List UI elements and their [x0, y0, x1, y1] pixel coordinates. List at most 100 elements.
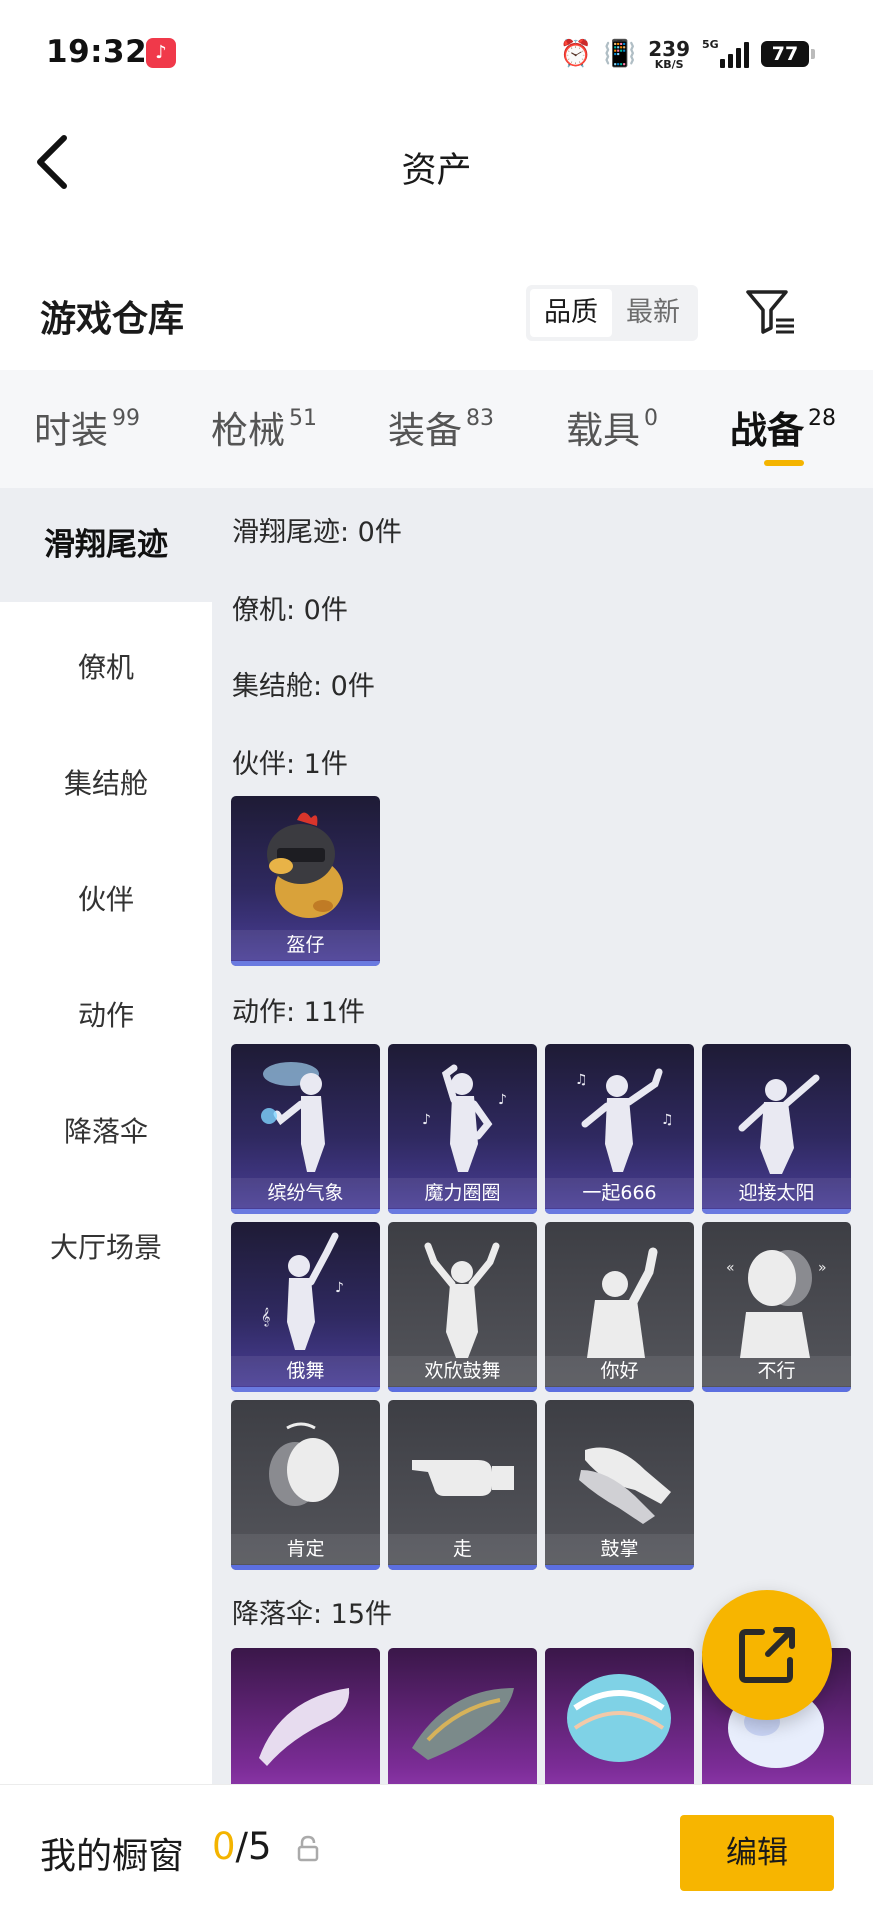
item-card[interactable]: 肯定	[231, 1400, 380, 1570]
sort-toggle: 品质 最新	[526, 285, 698, 341]
svg-text:♪: ♪	[422, 1112, 431, 1128]
side-nav: 滑翔尾迹 僚机 集结舱 伙伴 动作 降落伞 大厅场景	[0, 488, 212, 1784]
network-speed-value: 239	[648, 36, 690, 61]
tab-count: 99	[112, 406, 140, 431]
svg-text:»: »	[818, 1260, 827, 1276]
tab-count: 0	[644, 406, 658, 431]
group-label-parachute: 降落伞: 15件	[232, 1599, 393, 1630]
svg-text:♪: ♪	[498, 1092, 507, 1108]
tab-equipment[interactable]: 装备 83	[388, 400, 494, 454]
dance-pose-image: 𝄞 ♪	[261, 1232, 344, 1350]
side-item-rally-pod[interactable]: 集结舱	[0, 762, 212, 802]
dance-pose-image: ♪ ♪	[422, 1064, 507, 1172]
svg-text:♫: ♫	[661, 1112, 674, 1128]
battery-level: 77	[761, 41, 809, 67]
status-time: 19:32	[46, 34, 148, 70]
tab-combat-prep[interactable]: 战备 28	[730, 400, 836, 454]
item-card[interactable]: ♪ ♪ 魔力圈圈	[388, 1044, 537, 1214]
item-card[interactable]: ♫ ♫ 一起666	[545, 1044, 694, 1214]
group-label-rally-pod: 集结舱: 0件	[232, 671, 375, 702]
item-name: 肯定	[231, 1534, 380, 1564]
item-name: 鼓掌	[545, 1534, 694, 1564]
svg-text:♪: ♪	[335, 1280, 344, 1296]
status-icons: ⏰ 📳 239 KB/S 5G 77	[559, 34, 815, 74]
item-card[interactable]: 迎接太阳	[702, 1044, 851, 1214]
tab-label: 枪械	[211, 409, 285, 452]
dance-pose-image	[261, 1062, 325, 1172]
actions-grid-row-3: 肯定 走 鼓掌	[231, 1400, 694, 1570]
alarm-icon: ⏰	[559, 39, 592, 69]
tab-firearms[interactable]: 枪械 51	[211, 400, 317, 454]
warehouse-title: 游戏仓库	[40, 299, 185, 340]
item-name: 一起666	[545, 1178, 694, 1208]
dance-pose-image	[424, 1242, 500, 1358]
lock-icon[interactable]	[296, 1835, 320, 1863]
item-name: 欢欣鼓舞	[388, 1356, 537, 1386]
bottom-bar: 我的橱窗 0/5 编辑	[0, 1784, 873, 1920]
showcase-label: 我的橱窗	[40, 1836, 185, 1877]
item-name: 俄舞	[231, 1356, 380, 1386]
tab-count: 83	[466, 406, 494, 431]
item-name: 缤纷气象	[231, 1178, 380, 1208]
tab-vehicles[interactable]: 载具 0	[566, 400, 658, 454]
filter-button[interactable]	[744, 286, 798, 338]
dance-pose-image: ♫ ♫	[575, 1068, 674, 1172]
music-app-icon: ♪	[146, 38, 176, 68]
item-card[interactable]	[231, 1648, 380, 1784]
item-card[interactable]	[545, 1648, 694, 1784]
chick-soldier-image	[267, 812, 343, 918]
dance-pose-image	[587, 1247, 658, 1358]
item-card[interactable]: « » 不行	[702, 1222, 851, 1392]
parachute-image	[412, 1688, 514, 1760]
edit-button[interactable]: 编辑	[680, 1815, 834, 1891]
side-item-partner[interactable]: 伙伴	[0, 878, 212, 918]
showcase-count: 0/5	[212, 1825, 272, 1868]
showcase-current: 0	[212, 1825, 236, 1868]
tab-label: 战备	[730, 409, 804, 452]
sort-newest-option[interactable]: 最新	[612, 289, 694, 337]
side-item-actions[interactable]: 动作	[0, 994, 212, 1034]
nod-head-image	[269, 1422, 339, 1506]
signal-icon: 5G	[702, 38, 749, 68]
network-type: 5G	[702, 38, 719, 51]
item-card[interactable]: 欢欣鼓舞	[388, 1222, 537, 1392]
sort-quality-option[interactable]: 品质	[530, 289, 612, 337]
tab-count: 28	[808, 406, 836, 431]
side-item-glide-trail[interactable]: 滑翔尾迹	[0, 488, 212, 602]
dance-pose-image: « »	[726, 1250, 827, 1358]
item-card[interactable]: 你好	[545, 1222, 694, 1392]
side-item-wingman[interactable]: 僚机	[0, 646, 212, 686]
clapping-hands-image	[579, 1447, 671, 1524]
share-external-icon	[739, 1627, 795, 1683]
showcase-total: /5	[235, 1825, 272, 1868]
parachute-image	[567, 1674, 671, 1762]
group-label-partner: 伙伴: 1件	[232, 749, 348, 780]
category-tabs: 时装 99 枪械 51 装备 83 载具 0 战备 28	[0, 370, 873, 488]
item-card[interactable]: 𝄞 ♪ 俄舞	[231, 1222, 380, 1392]
tab-count: 51	[289, 406, 317, 431]
tab-fashion[interactable]: 时装 99	[34, 400, 140, 454]
item-card[interactable]: 缤纷气象	[231, 1044, 380, 1214]
svg-text:«: «	[726, 1260, 735, 1276]
group-label-actions: 动作: 11件	[232, 997, 366, 1028]
network-speed: 239 KB/S	[648, 39, 690, 70]
item-card[interactable]: 盔仔	[231, 796, 380, 966]
item-card[interactable]	[388, 1648, 537, 1784]
share-button[interactable]	[702, 1590, 832, 1720]
item-card[interactable]: 鼓掌	[545, 1400, 694, 1570]
item-card[interactable]: 走	[388, 1400, 537, 1570]
pointing-hand-image	[412, 1460, 514, 1496]
group-label-glide-trail: 滑翔尾迹: 0件	[232, 517, 402, 548]
tab-active-indicator	[764, 460, 804, 466]
page-title: 资产	[401, 151, 472, 191]
filter-icon	[746, 290, 794, 334]
item-name: 你好	[545, 1356, 694, 1386]
partner-grid: 盔仔	[231, 796, 380, 966]
item-name: 盔仔	[231, 930, 380, 960]
svg-text:𝄞: 𝄞	[261, 1307, 270, 1327]
item-name: 不行	[702, 1356, 851, 1386]
side-item-parachute[interactable]: 降落伞	[0, 1110, 212, 1150]
item-name: 走	[388, 1534, 537, 1564]
side-item-lobby-scene[interactable]: 大厅场景	[0, 1226, 212, 1266]
group-label-wingman: 僚机: 0件	[232, 595, 348, 626]
